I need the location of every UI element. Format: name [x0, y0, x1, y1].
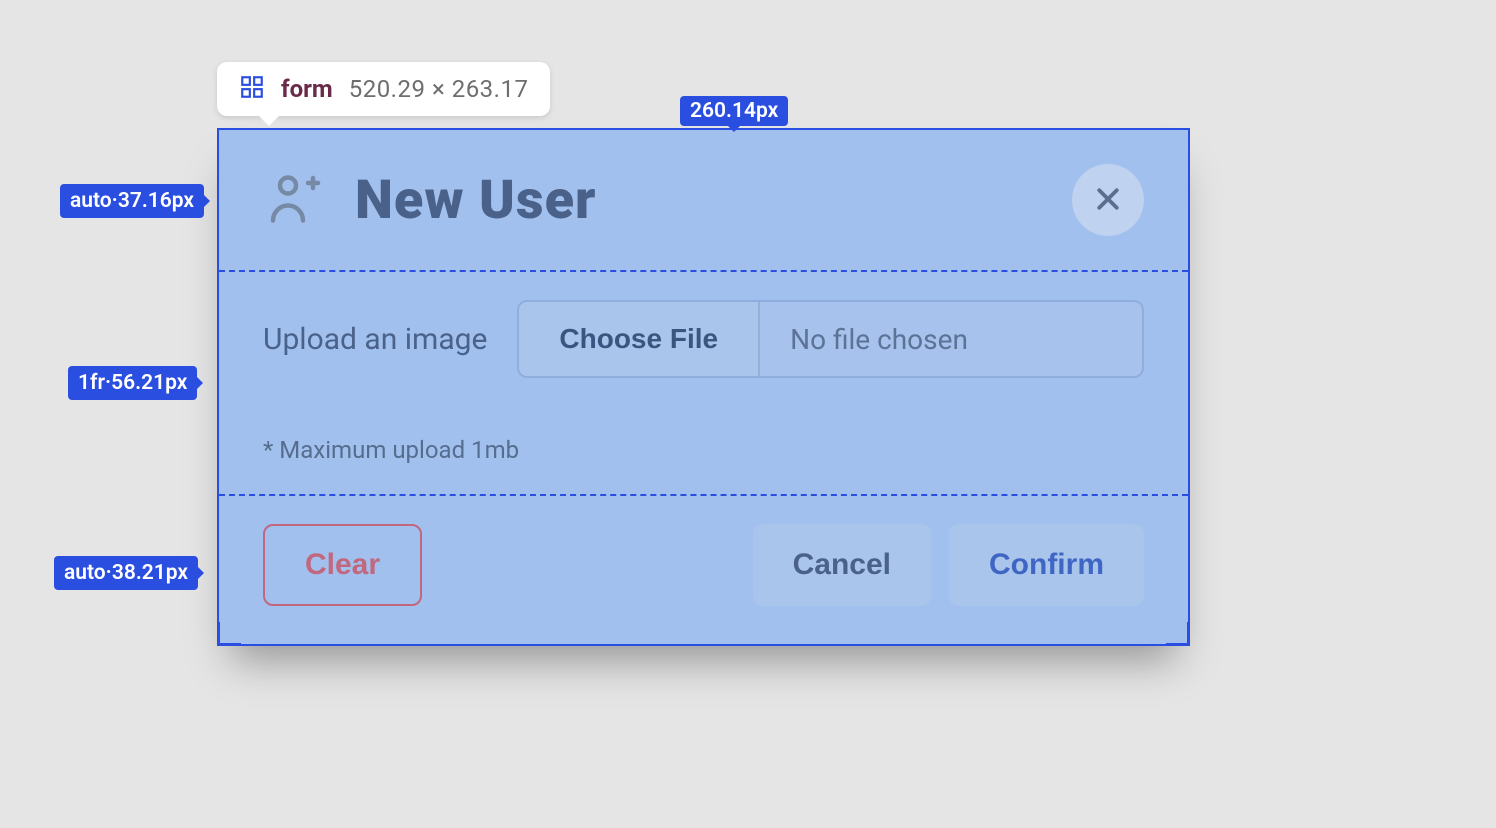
grid-row-size-badge-3: auto·38.21px: [54, 556, 198, 590]
user-plus-icon: [263, 168, 323, 232]
grid-row-size-badge-1: auto·37.16px: [60, 184, 204, 218]
grid-column-size-badge: 260.14px: [680, 96, 788, 126]
upload-hint: * Maximum upload 1mb: [263, 436, 1144, 464]
cancel-button[interactable]: Cancel: [753, 524, 931, 606]
grid-row-size-badge-2: 1fr·56.21px: [68, 366, 197, 400]
close-icon: [1093, 184, 1123, 217]
file-input[interactable]: Choose File No file chosen: [517, 300, 1144, 378]
dialog-header: New User: [219, 130, 1188, 270]
choose-file-button[interactable]: Choose File: [519, 302, 760, 376]
grid-icon: [239, 74, 265, 104]
tooltip-element-name: form: [281, 75, 333, 103]
dialog-footer: Clear Cancel Confirm: [219, 494, 1188, 648]
new-user-form: New User Upload an image Choose File No …: [217, 128, 1190, 646]
close-button[interactable]: [1072, 164, 1144, 236]
dialog-body: Upload an image Choose File No file chos…: [219, 270, 1188, 494]
tooltip-dimensions: 520.29 × 263.17: [349, 75, 529, 103]
clear-button[interactable]: Clear: [263, 524, 422, 606]
dialog-title: New User: [355, 169, 596, 232]
confirm-button[interactable]: Confirm: [949, 524, 1144, 606]
devtools-element-tooltip: form 520.29 × 263.17: [217, 62, 550, 116]
upload-label: Upload an image: [263, 322, 487, 357]
file-name-text: No file chosen: [760, 302, 1142, 376]
